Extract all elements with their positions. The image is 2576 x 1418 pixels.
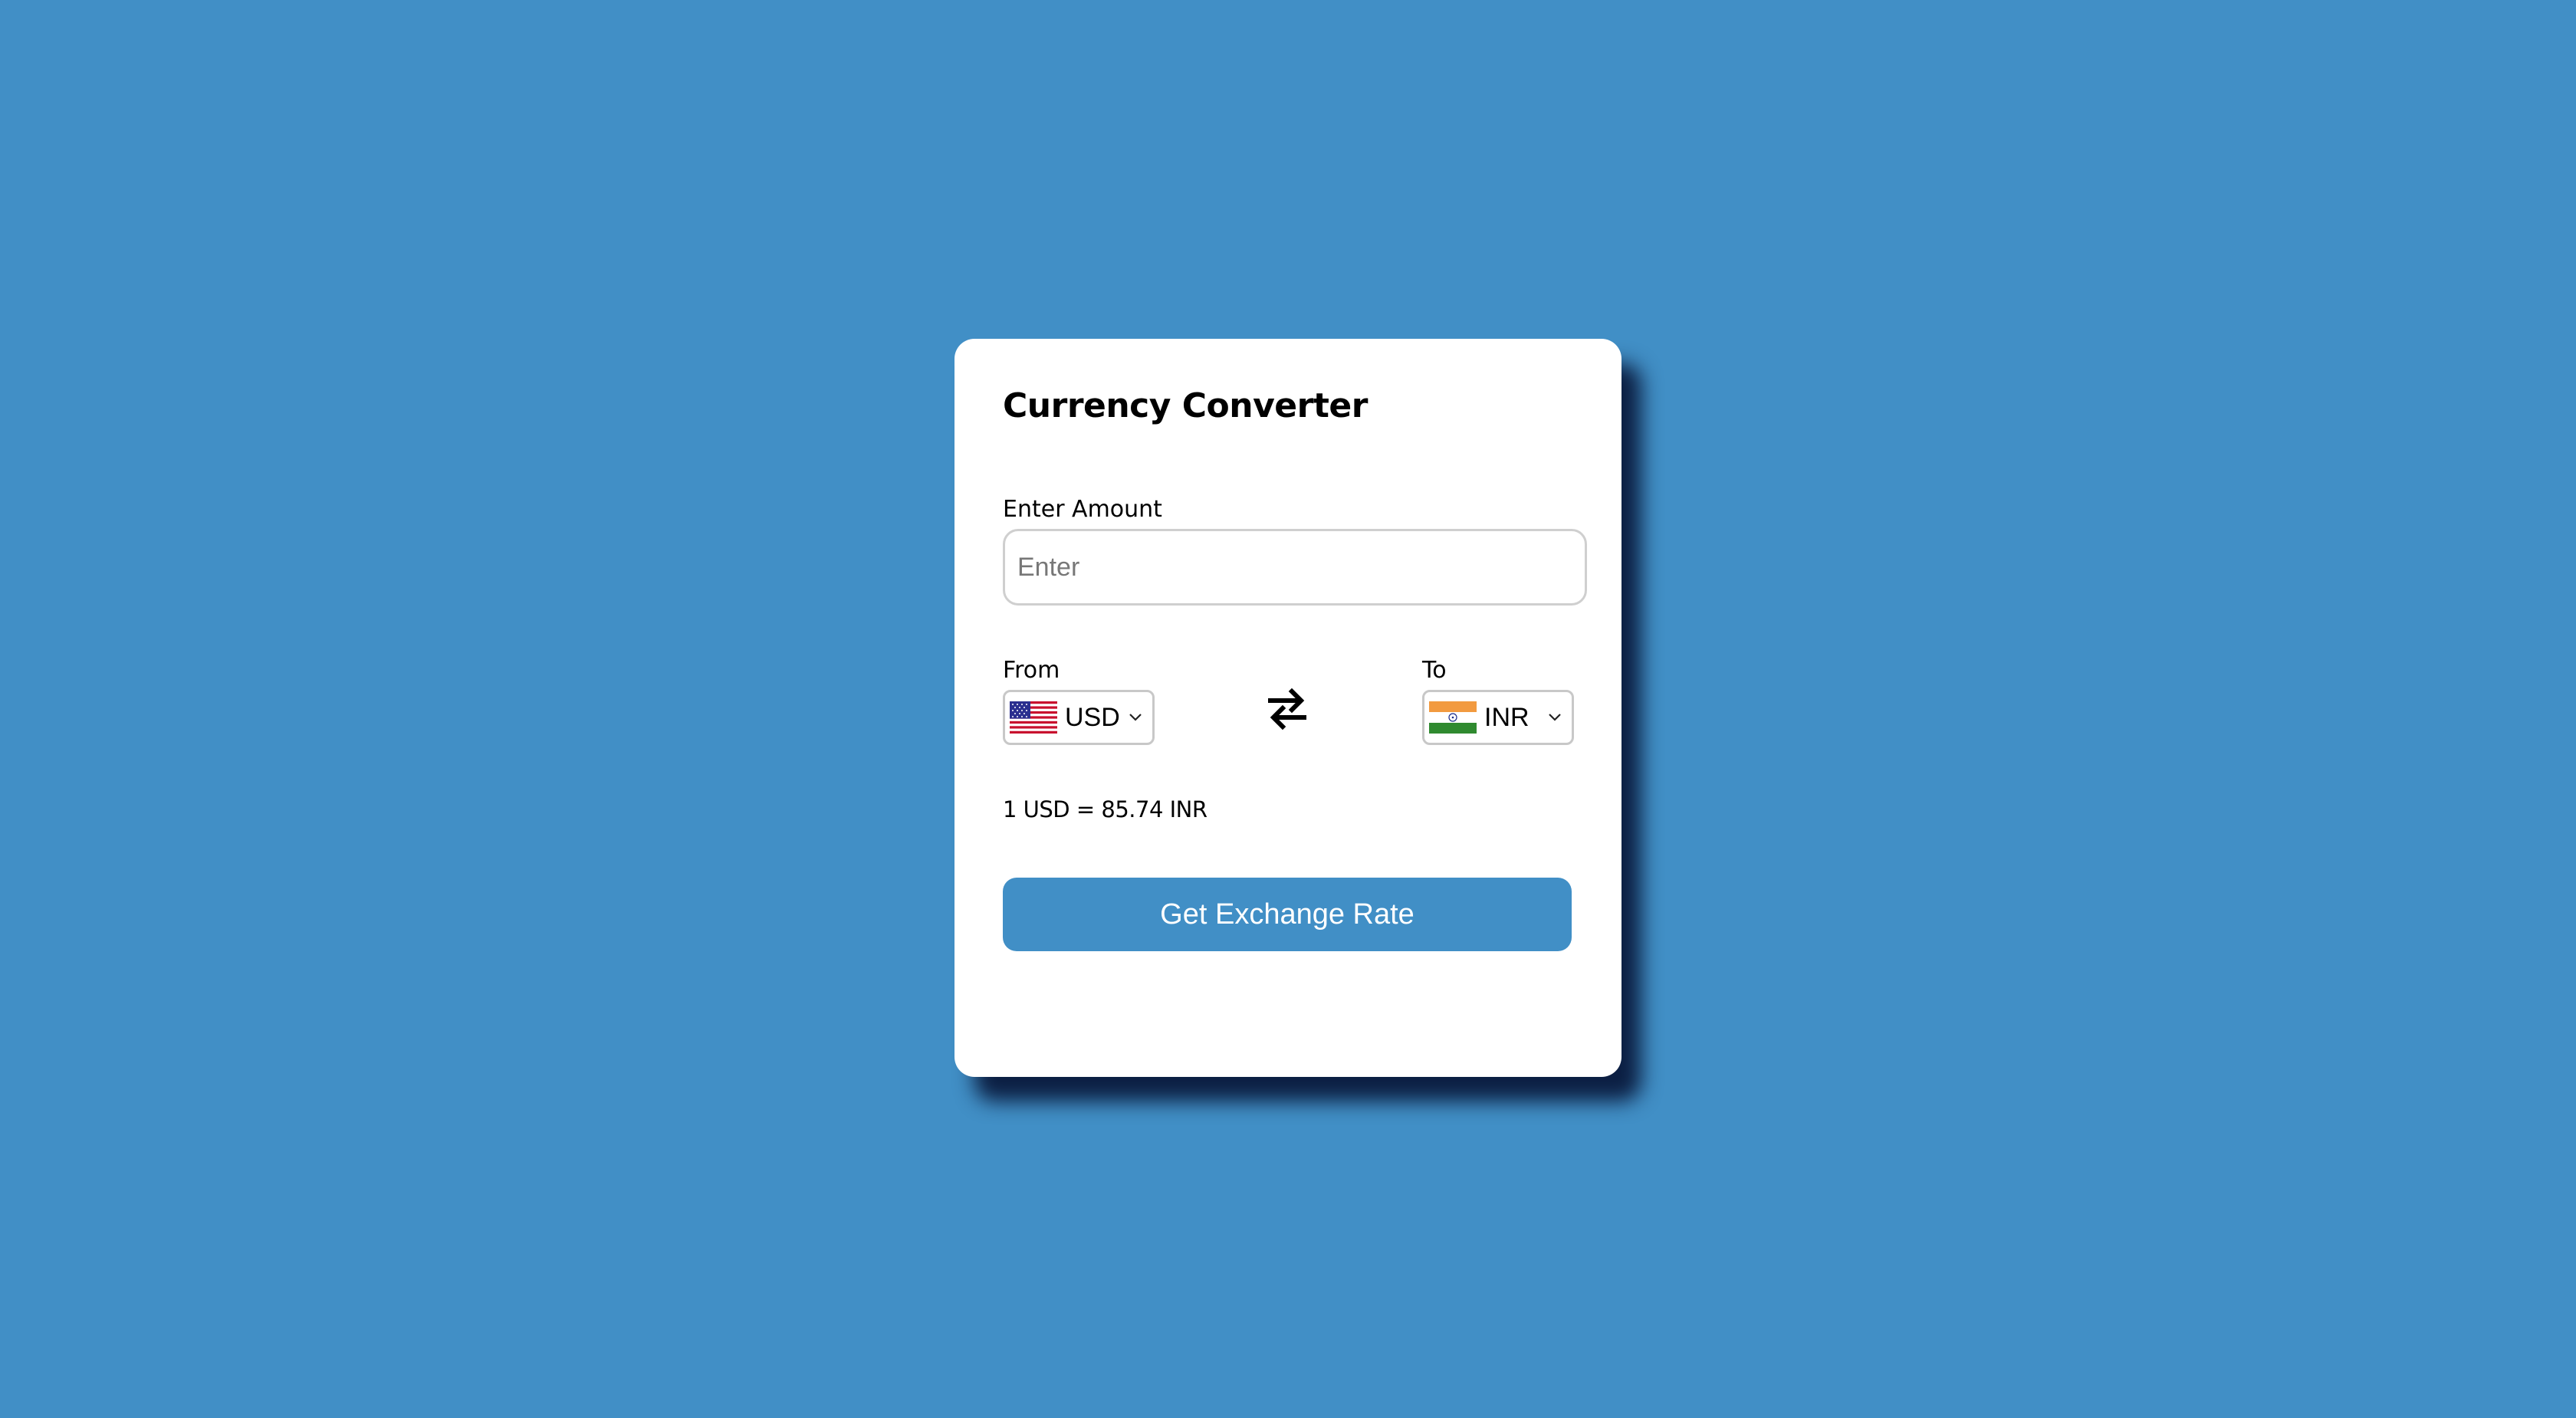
to-currency-code: INR xyxy=(1484,703,1530,732)
converter-card: Currency Converter Enter Amount From USD xyxy=(955,339,1622,1077)
page-title: Currency Converter xyxy=(1003,386,1368,425)
from-label: From xyxy=(1003,657,1060,684)
chevron-down-icon xyxy=(1549,714,1561,721)
to-currency-select[interactable]: INR xyxy=(1422,690,1574,745)
to-label: To xyxy=(1422,657,1447,684)
amount-input[interactable] xyxy=(1003,529,1587,606)
from-currency-code: USD xyxy=(1065,703,1120,732)
exchange-rate-text: 1 USD = 85.74 INR xyxy=(1003,796,1208,822)
india-flag-icon xyxy=(1429,701,1477,734)
from-currency-select[interactable]: USD xyxy=(1003,690,1155,745)
amount-label: Enter Amount xyxy=(1003,496,1162,523)
chevron-down-icon xyxy=(1129,714,1142,721)
get-exchange-rate-button[interactable]: Get Exchange Rate xyxy=(1003,878,1572,951)
swap-arrows-icon[interactable] xyxy=(1267,688,1307,730)
us-flag-icon xyxy=(1010,701,1057,734)
